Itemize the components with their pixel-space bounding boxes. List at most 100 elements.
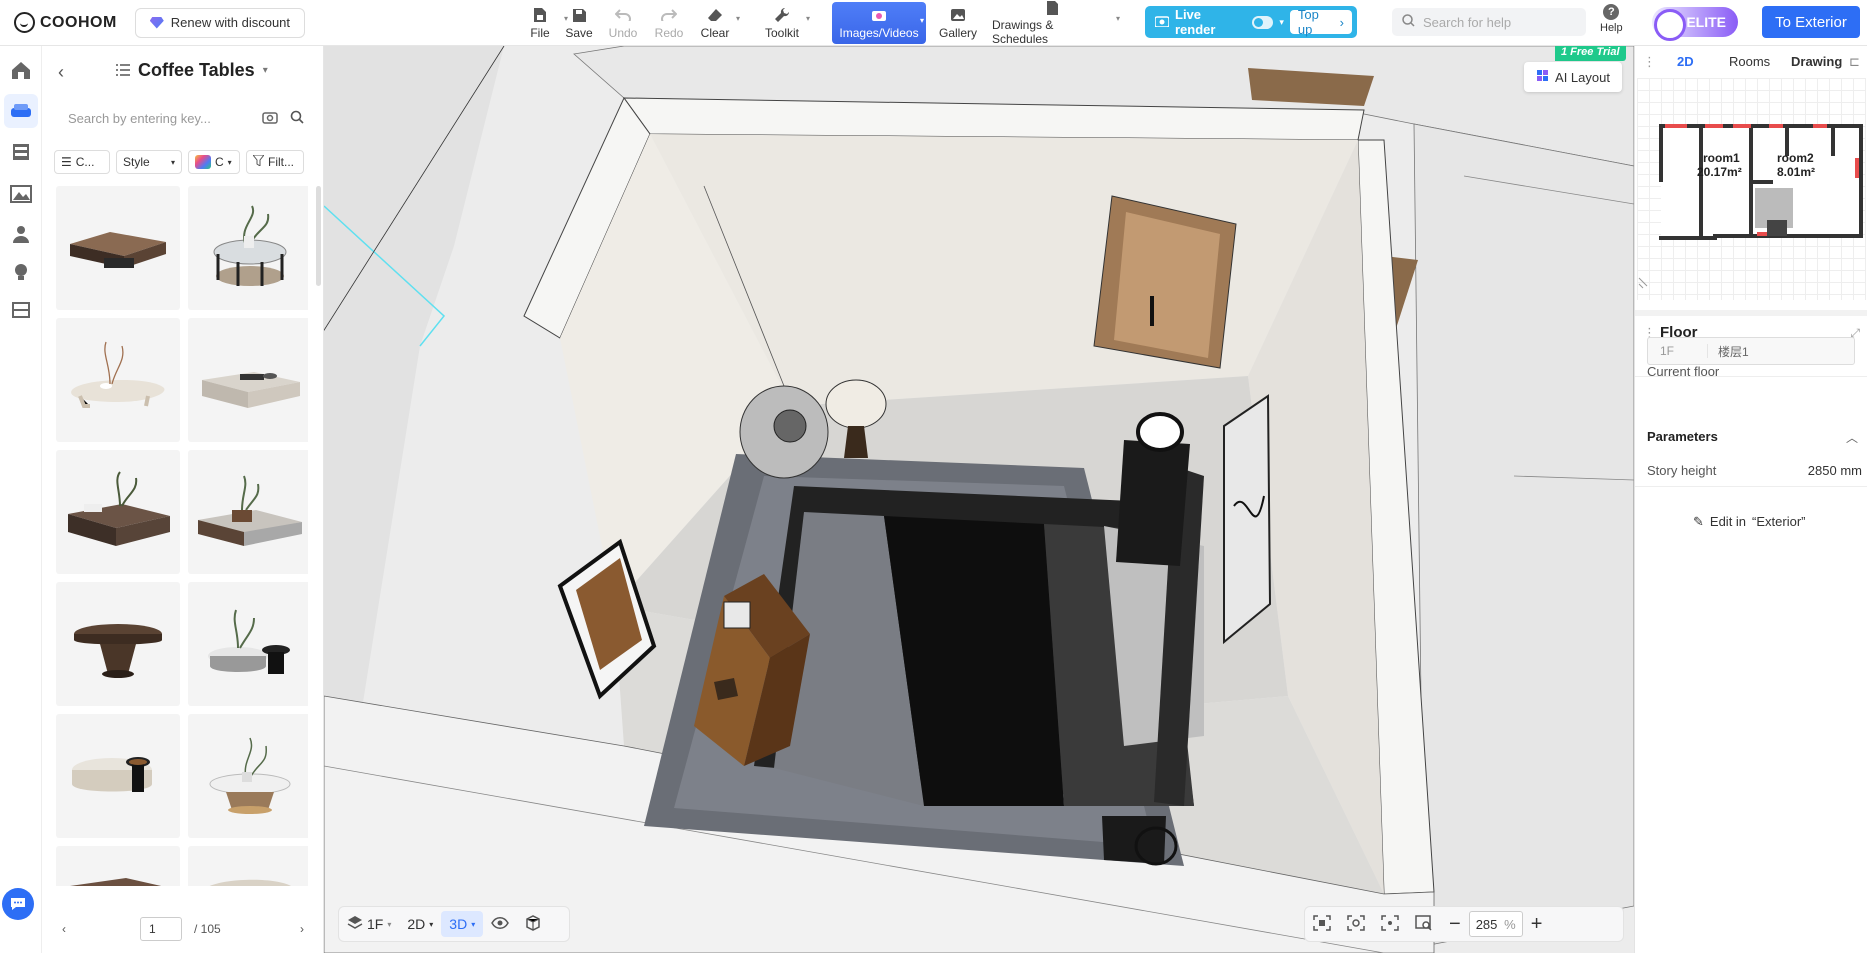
- zoom-toolbar: − 285% +: [1304, 906, 1624, 942]
- previous-page-icon[interactable]: ‹: [62, 922, 66, 936]
- style-filter[interactable]: Style ▾: [116, 150, 182, 174]
- top-up-button[interactable]: Top up ›: [1289, 7, 1352, 37]
- help-search-input[interactable]: Search for help: [1392, 8, 1586, 36]
- chevron-down-icon: ▾: [1115, 14, 1120, 23]
- home-design-icon[interactable]: [9, 58, 33, 82]
- zoom-level-input[interactable]: 285%: [1468, 911, 1523, 937]
- zoom-window-button[interactable]: [1407, 911, 1441, 937]
- undo-button[interactable]: Undo: [604, 0, 642, 46]
- view-settings-button[interactable]: [1339, 911, 1373, 937]
- floorplan-minimap[interactable]: room1 20.17m² room2 8.01m²: [1637, 78, 1866, 300]
- brand-name: COOHOM: [40, 13, 117, 31]
- file-menu-button[interactable]: File ▾: [520, 0, 568, 46]
- focus-button[interactable]: [1373, 911, 1407, 937]
- drag-handle-icon[interactable]: ⋮: [1643, 54, 1656, 70]
- cabinet-icon[interactable]: [9, 140, 33, 164]
- product-card[interactable]: [56, 186, 180, 310]
- 3d-viewport[interactable]: 1 Free Trial AI Layout 1F ▾ 2D ▾ 3D ▾ − 28…: [324, 46, 1634, 953]
- diamond-icon: [149, 16, 164, 29]
- product-card[interactable]: [56, 846, 180, 886]
- save-button[interactable]: Save: [562, 0, 596, 46]
- person-icon[interactable]: [9, 222, 33, 246]
- floor-selector[interactable]: 1F ▾: [339, 911, 399, 937]
- chat-support-button[interactable]: [2, 888, 34, 920]
- drawings-schedules-button[interactable]: Drawings & Schedules ▾: [992, 0, 1120, 46]
- library-title[interactable]: Coffee Tables ▾: [116, 60, 268, 81]
- redo-button[interactable]: Redo: [651, 0, 687, 46]
- live-render-toggle[interactable]: [1251, 15, 1274, 29]
- gallery-label: Gallery: [938, 26, 977, 40]
- landscape-icon[interactable]: [9, 182, 33, 206]
- help-button[interactable]: ? Help: [1600, 4, 1623, 34]
- panel-collapse-icon[interactable]: ⊏: [1849, 54, 1860, 70]
- page-number-input[interactable]: 1: [140, 917, 182, 941]
- brand-logo[interactable]: COOHOM: [14, 12, 117, 33]
- product-card[interactable]: [56, 582, 180, 706]
- category-filter-label: C...: [75, 155, 95, 169]
- focus-icon: [1381, 914, 1399, 934]
- app-root: COOHOM Renew with discount File ▾ Save U…: [0, 0, 1867, 953]
- search-icon[interactable]: [290, 110, 304, 127]
- next-page-icon[interactable]: ›: [300, 922, 304, 936]
- toolkit-button[interactable]: Toolkit ▾: [762, 0, 810, 46]
- view-3d-button[interactable]: 3D ▾: [441, 911, 484, 937]
- style-filter-label: Style: [123, 155, 150, 169]
- lighting-icon[interactable]: [9, 260, 33, 284]
- image-search-camera-icon[interactable]: [262, 110, 278, 127]
- tab-rooms[interactable]: Rooms: [1729, 54, 1770, 69]
- elite-badge[interactable]: ELITE: [1652, 7, 1738, 41]
- undo-icon: [614, 6, 632, 24]
- story-height-value[interactable]: 2850 mm: [1808, 463, 1862, 478]
- chevron-down-icon: ▾: [387, 919, 392, 929]
- save-label: Save: [565, 26, 593, 40]
- renew-discount-button[interactable]: Renew with discount: [134, 7, 306, 38]
- view-2d-button[interactable]: 2D ▾: [399, 911, 441, 937]
- product-library-panel: ‹ Coffee Tables ▾ Search by entering key…: [42, 46, 324, 953]
- color-filter[interactable]: C ▾: [188, 150, 240, 174]
- view-2d-label: 2D: [407, 916, 426, 932]
- tab-2d[interactable]: 2D: [1677, 54, 1694, 69]
- product-grid: [56, 186, 308, 886]
- cube-view-button[interactable]: [517, 911, 549, 937]
- filter-funnel-icon: [251, 154, 266, 169]
- gallery-button[interactable]: Gallery: [938, 0, 978, 46]
- ai-layout-button[interactable]: AI Layout: [1524, 62, 1622, 92]
- current-floor-select[interactable]: 1F 楼层1: [1647, 337, 1855, 365]
- chevron-up-icon[interactable]: ︿: [1846, 429, 1858, 446]
- library-scrollbar[interactable]: [316, 186, 321, 286]
- zoom-in-button[interactable]: +: [1523, 911, 1551, 937]
- visibility-toggle[interactable]: [483, 911, 517, 937]
- back-arrow-icon[interactable]: ‹: [58, 62, 64, 83]
- product-card[interactable]: [56, 318, 180, 442]
- library-search-input[interactable]: Search by entering key...: [52, 98, 314, 138]
- list-icon: [116, 60, 130, 81]
- chevron-right-icon: ›: [1336, 14, 1344, 30]
- product-card[interactable]: [188, 186, 308, 310]
- product-card[interactable]: [56, 450, 180, 574]
- room-3d-render[interactable]: [324, 46, 1634, 953]
- category-filter[interactable]: ☰ C...: [54, 150, 110, 174]
- coohom-logo-icon: [14, 12, 35, 33]
- product-card[interactable]: [188, 318, 308, 442]
- redo-icon: [660, 6, 678, 24]
- zoom-out-button[interactable]: −: [1441, 911, 1469, 937]
- product-card[interactable]: [188, 846, 308, 886]
- library-filters: ☰ C... Style ▾ C ▾ Filt...: [54, 150, 316, 178]
- product-card[interactable]: [188, 450, 308, 574]
- clear-button[interactable]: Clear ▾: [698, 0, 740, 46]
- fit-selection-button[interactable]: [1305, 911, 1339, 937]
- edit-in-exterior-link[interactable]: ✎ Edit in “Exterior”: [1693, 514, 1806, 530]
- product-card[interactable]: [188, 714, 308, 838]
- product-card[interactable]: [188, 582, 308, 706]
- storage-icon[interactable]: [9, 298, 33, 322]
- save-icon: [570, 6, 588, 24]
- advanced-filter[interactable]: Filt...: [246, 150, 304, 174]
- edit-in-label: Edit in: [1709, 514, 1747, 529]
- product-card[interactable]: [56, 714, 180, 838]
- images-videos-button[interactable]: Images/Videos ▾: [832, 2, 926, 44]
- library-search-placeholder: Search by entering key...: [68, 110, 211, 126]
- tab-drawing[interactable]: Drawing: [1791, 54, 1842, 69]
- to-exterior-button[interactable]: To Exterior: [1762, 6, 1860, 38]
- chevron-down-icon[interactable]: ▾: [1279, 17, 1284, 28]
- furniture-catalog-icon[interactable]: [4, 94, 38, 128]
